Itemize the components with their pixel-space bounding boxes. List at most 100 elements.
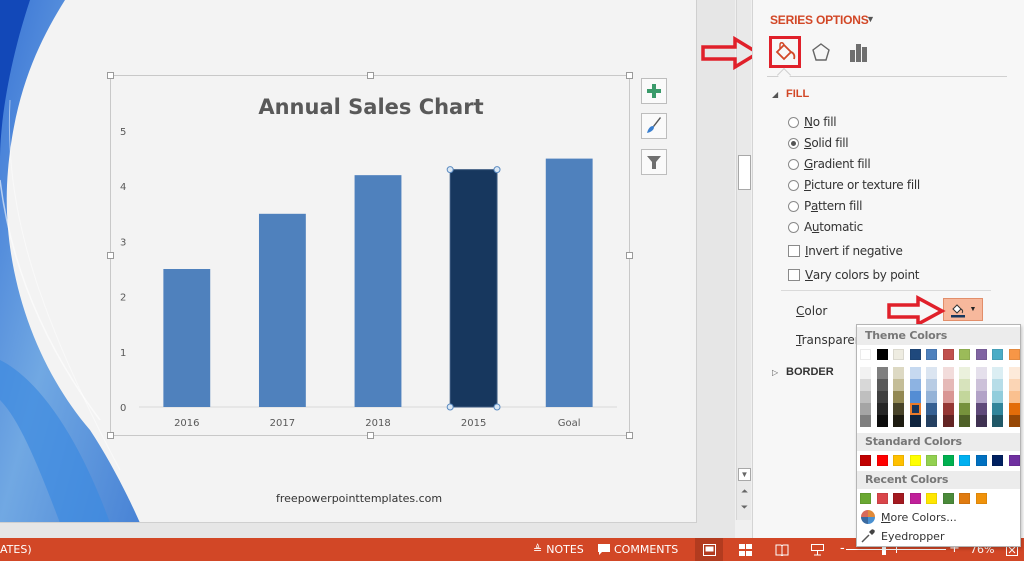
color-swatch[interactable]: [860, 455, 871, 466]
color-swatch[interactable]: [893, 379, 904, 391]
bar[interactable]: [354, 175, 402, 407]
vertical-scrollbar[interactable]: ▼ ⏶ ⏷: [736, 0, 751, 520]
color-swatch[interactable]: [975, 455, 987, 466]
color-swatch[interactable]: [959, 391, 970, 403]
bar-chart[interactable]: Annual Sales Chart 012345 2016 2017 2018 20…: [111, 76, 631, 437]
color-swatch[interactable]: [893, 349, 904, 360]
notes-button[interactable]: ≜ NOTES: [533, 543, 584, 556]
bar[interactable]: [258, 213, 306, 407]
x-axis[interactable]: 2016 2017 2018 2015 Goal: [174, 418, 581, 429]
color-swatch[interactable]: [860, 493, 871, 504]
color-swatch[interactable]: [959, 415, 970, 427]
fill-option-solid-fill[interactable]: Solid fill: [788, 136, 849, 150]
next-slide-button[interactable]: ⏷: [737, 502, 752, 513]
color-swatch[interactable]: [893, 493, 904, 504]
color-swatch[interactable]: [876, 349, 888, 360]
normal-view-button[interactable]: [695, 538, 723, 561]
color-swatch[interactable]: [959, 493, 970, 504]
bar-selected[interactable]: [449, 169, 498, 408]
color-swatch[interactable]: [893, 403, 904, 415]
color-swatch[interactable]: [992, 455, 1003, 466]
zoom-out-button[interactable]: -: [840, 541, 845, 556]
color-swatch[interactable]: [1008, 455, 1020, 466]
color-swatch[interactable]: [876, 455, 888, 466]
color-swatch[interactable]: [909, 493, 921, 504]
color-swatch[interactable]: [893, 367, 904, 379]
previous-slide-button[interactable]: ⏶: [737, 486, 752, 497]
color-swatch[interactable]: [992, 379, 1003, 391]
color-swatch[interactable]: [975, 367, 987, 379]
color-swatch[interactable]: [876, 367, 888, 379]
series-options-dropdown[interactable]: SERIES OPTIONS: [770, 13, 869, 27]
color-swatch[interactable]: [975, 403, 987, 415]
checkbox-invert-if-negative[interactable]: Invert if negative: [788, 244, 903, 258]
slide-sorter-view-button[interactable]: [731, 538, 759, 561]
color-swatch[interactable]: [1008, 349, 1020, 360]
color-swatch[interactable]: [942, 379, 954, 391]
chart-elements-button[interactable]: [641, 78, 667, 104]
color-swatch[interactable]: [975, 415, 987, 427]
color-swatch[interactable]: [975, 349, 987, 360]
color-swatch[interactable]: [876, 415, 888, 427]
color-swatch[interactable]: [876, 403, 888, 415]
color-swatch[interactable]: [909, 379, 921, 391]
color-swatch[interactable]: [860, 367, 871, 379]
fill-option-automatic[interactable]: Au tomatic: [788, 220, 863, 234]
color-swatch[interactable]: [876, 379, 888, 391]
color-swatch[interactable]: [1008, 391, 1020, 403]
slide-footer-text[interactable]: freepowerpointtemplates.com: [276, 492, 442, 505]
color-swatch[interactable]: [909, 349, 921, 360]
color-swatch[interactable]: [942, 391, 954, 403]
color-swatch[interactable]: [926, 391, 937, 403]
scrollbar-thumb[interactable]: [738, 155, 751, 190]
scroll-down-button[interactable]: ▼: [738, 468, 751, 481]
color-swatch[interactable]: [992, 391, 1003, 403]
fill-option-pattern-fill[interactable]: Pa ttern fill: [788, 199, 862, 213]
color-swatch[interactable]: [992, 367, 1003, 379]
color-swatch[interactable]: [926, 367, 937, 379]
tab-effects[interactable]: [805, 36, 837, 68]
reading-view-button[interactable]: [768, 538, 796, 561]
color-swatch[interactable]: [893, 391, 904, 403]
color-swatch[interactable]: [909, 391, 921, 403]
radio-button[interactable]: [788, 179, 799, 191]
color-swatch[interactable]: [959, 403, 970, 415]
selection-handle[interactable]: [493, 403, 501, 411]
color-swatch[interactable]: [942, 349, 954, 360]
color-swatch[interactable]: [926, 455, 937, 466]
color-swatch[interactable]: [876, 391, 888, 403]
border-section-header[interactable]: ▷ BORDER: [772, 366, 834, 378]
chart-title[interactable]: Annual Sales Chart: [258, 95, 483, 119]
color-swatch[interactable]: [909, 415, 921, 427]
checkbox[interactable]: [788, 269, 800, 281]
fill-option-gradient-fill[interactable]: Gradient fill: [788, 157, 871, 171]
color-swatch[interactable]: [860, 349, 871, 360]
color-swatch[interactable]: [1008, 415, 1020, 427]
tab-fill-and-line[interactable]: [769, 36, 801, 68]
radio-button[interactable]: [788, 137, 799, 149]
slide-show-button[interactable]: [803, 538, 831, 561]
eyedropper-menu-item[interactable]: Eyedropper: [860, 528, 944, 544]
checkbox-vary-colors-by-point[interactable]: Vary colors by point: [788, 268, 919, 282]
chevron-down-icon[interactable]: ▼: [866, 14, 875, 24]
color-swatch[interactable]: [942, 415, 954, 427]
fill-color-picker-button[interactable]: ▼: [943, 298, 983, 321]
color-swatch[interactable]: [860, 415, 871, 427]
color-swatch[interactable]: [959, 349, 970, 360]
color-swatch[interactable]: [975, 493, 987, 504]
color-swatch[interactable]: [926, 403, 937, 415]
bar-series[interactable]: [163, 158, 593, 411]
color-swatch[interactable]: [942, 367, 954, 379]
color-swatch[interactable]: [975, 379, 987, 391]
radio-button[interactable]: [788, 158, 799, 170]
selection-handle[interactable]: [446, 403, 454, 411]
color-swatch[interactable]: [893, 455, 904, 466]
color-swatch[interactable]: [1008, 367, 1020, 379]
color-swatch[interactable]: [860, 403, 871, 415]
slide[interactable]: Annual Sales Chart 012345 2016 2017 2018 20…: [0, 0, 697, 523]
color-swatch[interactable]: [926, 379, 937, 391]
color-swatch[interactable]: [942, 403, 954, 415]
color-swatch[interactable]: [1008, 379, 1020, 391]
color-swatch[interactable]: [1008, 403, 1020, 415]
color-swatch[interactable]: [926, 349, 937, 360]
